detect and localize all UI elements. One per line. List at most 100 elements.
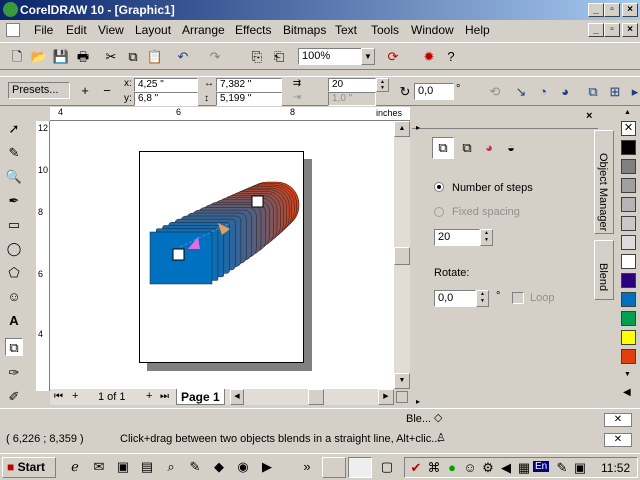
palette-swatch[interactable] xyxy=(621,178,636,193)
menu-arrange[interactable]: Arrange xyxy=(182,23,225,37)
width-input[interactable]: 7,382 " xyxy=(216,78,282,92)
fill-swatch-none[interactable]: ✕ xyxy=(604,413,632,427)
scroll-down-button[interactable]: ▼ xyxy=(394,373,410,389)
maximize-button[interactable]: ▫ xyxy=(604,3,620,17)
doc-icon[interactable] xyxy=(6,23,20,37)
quicklaunch-paint-icon[interactable]: ✎ xyxy=(186,458,204,476)
copy-icon[interactable]: ⧉ xyxy=(124,48,142,66)
menu-file[interactable]: File xyxy=(34,23,53,37)
quicklaunch-desktop-icon[interactable]: ▣ xyxy=(114,458,132,476)
tray-volume-icon[interactable]: ◀ xyxy=(497,459,515,477)
x-position-input[interactable]: 4,25 " xyxy=(134,78,198,92)
outline-pen-icon[interactable]: ♙ xyxy=(436,431,446,444)
horizontal-scrollbar[interactable]: ⏮ + 1 of 1 + ⏭ Page 1 ◀ ▶ xyxy=(50,389,394,405)
first-page-icon[interactable]: ⏮ xyxy=(54,391,63,402)
scroll-up-button[interactable]: ▲ xyxy=(394,121,410,137)
palette-swatch[interactable] xyxy=(621,311,636,326)
quicklaunch-network-icon[interactable]: ◉ xyxy=(234,458,252,476)
vertical-scrollbar[interactable]: ▲ ▼ xyxy=(394,121,410,389)
tray-messenger-icon[interactable]: ☺ xyxy=(461,459,479,477)
palette-swatch[interactable] xyxy=(621,159,636,174)
doc-minimize-button[interactable]: _ xyxy=(588,23,604,37)
tab-object-manager[interactable]: Object Manager xyxy=(594,130,614,234)
fixed-spacing-radio[interactable] xyxy=(434,207,444,217)
counterclockwise-blend-icon[interactable]: ◕ xyxy=(556,83,574,101)
page-tab[interactable]: Page 1 xyxy=(176,389,225,405)
ellipse-tool-icon[interactable]: ◯ xyxy=(5,240,23,258)
height-input[interactable]: 5,199 " xyxy=(216,92,282,106)
navigator-button[interactable] xyxy=(396,391,408,403)
freehand-tool-icon[interactable]: ✒ xyxy=(5,192,23,210)
quicklaunch-search-icon[interactable]: ⌕ xyxy=(162,458,180,476)
palette-swatch[interactable] xyxy=(621,292,636,307)
ruler-corner[interactable] xyxy=(36,107,50,121)
vertical-ruler[interactable]: 12 10 8 6 4 xyxy=(36,121,50,391)
more-icon[interactable]: ▸ xyxy=(626,83,640,101)
menu-help[interactable]: Help xyxy=(465,23,490,37)
palette-swatch[interactable] xyxy=(621,254,636,269)
print-icon[interactable]: 🖶 xyxy=(74,48,92,66)
vertical-scroll-thumb[interactable] xyxy=(394,247,410,265)
end-handle[interactable] xyxy=(251,195,264,208)
pick-tool-icon[interactable]: ➚ xyxy=(5,120,23,138)
taskbar-scroll-icon[interactable]: » xyxy=(298,458,316,476)
blend-spacing-input[interactable]: 1,0 " xyxy=(328,92,376,106)
tray-antivirus-icon[interactable]: ✔ xyxy=(407,459,425,477)
menu-view[interactable]: View xyxy=(98,23,124,37)
blend-acceleration-tab-icon[interactable]: ⧉ xyxy=(458,139,476,157)
export-icon[interactable]: ⎗ xyxy=(270,48,288,66)
tray-settings-icon[interactable]: ⚙ xyxy=(479,459,497,477)
remove-preset-icon[interactable]: − xyxy=(98,82,116,100)
start-button[interactable]: ■ Start xyxy=(2,457,56,478)
task-button-coreldraw[interactable] xyxy=(348,457,372,478)
loop-checkbox[interactable] xyxy=(512,292,524,304)
import-icon[interactable]: ⎘ xyxy=(248,48,266,66)
blend-misc-tab-icon[interactable]: ◒ xyxy=(502,139,520,157)
fill-icon[interactable]: ◇ xyxy=(434,411,442,424)
save-icon[interactable]: 💾 xyxy=(52,48,70,66)
clockwise-blend-icon[interactable]: ◔ xyxy=(534,83,552,101)
zoom-level-input[interactable]: 100% xyxy=(298,48,362,65)
presets-dropdown[interactable]: Presets... xyxy=(8,82,70,99)
tray-app-icon[interactable]: ● xyxy=(443,459,461,477)
palette-swatch[interactable] xyxy=(621,349,636,364)
palette-swatch[interactable] xyxy=(621,235,636,250)
last-page-icon[interactable]: ⏭ xyxy=(160,391,169,402)
add-page-icon[interactable]: + xyxy=(72,390,78,402)
add-page-after-icon[interactable]: + xyxy=(146,390,152,402)
close-button[interactable]: × xyxy=(622,3,638,17)
menu-layout[interactable]: Layout xyxy=(135,23,171,37)
undo-icon[interactable]: ↶ xyxy=(174,48,192,66)
application-launcher-icon[interactable]: ⟳ xyxy=(384,48,402,66)
blend-steps-tab-icon[interactable]: ⧉ xyxy=(432,137,454,159)
scroll-left-button[interactable]: ◀ xyxy=(230,389,244,405)
outline-tool-icon[interactable]: ✐ xyxy=(5,388,23,406)
docker-scroll-down-icon[interactable]: ▸ xyxy=(416,397,420,406)
loop-blend-icon[interactable]: ⟲ xyxy=(486,83,504,101)
new-icon[interactable]: 🗋 xyxy=(8,48,26,66)
tab-blend[interactable]: Blend xyxy=(594,240,614,300)
text-tool-icon[interactable]: A xyxy=(5,312,23,330)
blend-direction-input[interactable]: 0,0 xyxy=(414,83,454,100)
start-handle[interactable] xyxy=(172,248,185,261)
open-icon[interactable]: 📂 xyxy=(30,48,48,66)
corel-online-icon[interactable]: ✹ xyxy=(420,48,438,66)
tray-network-icon[interactable]: ⌘ xyxy=(425,459,443,477)
palette-flyout-icon[interactable]: ◀ xyxy=(623,387,631,398)
outline-swatch-none[interactable]: ✕ xyxy=(604,433,632,447)
redo-icon[interactable]: ↷ xyxy=(206,48,224,66)
menu-edit[interactable]: Edit xyxy=(66,23,87,37)
minimize-button[interactable]: _ xyxy=(588,3,604,17)
add-preset-icon[interactable]: + xyxy=(76,82,94,100)
zoom-tool-icon[interactable]: 🔍 xyxy=(5,168,23,186)
palette-swatch[interactable] xyxy=(621,197,636,212)
tray-extra-icon-2[interactable]: ▣ xyxy=(571,459,589,477)
palette-swatch[interactable] xyxy=(621,140,636,155)
horizontal-scroll-thumb[interactable] xyxy=(308,389,324,405)
quicklaunch-media-icon[interactable]: ▶ xyxy=(258,458,276,476)
blend-steps-spinner[interactable]: ▲ ▼ xyxy=(376,78,389,92)
paste-icon[interactable]: 📋 xyxy=(146,48,164,66)
app-icon[interactable] xyxy=(3,2,18,17)
menu-bitmaps[interactable]: Bitmaps xyxy=(283,23,326,37)
tray-monitor-icon[interactable]: ▦ xyxy=(515,459,533,477)
